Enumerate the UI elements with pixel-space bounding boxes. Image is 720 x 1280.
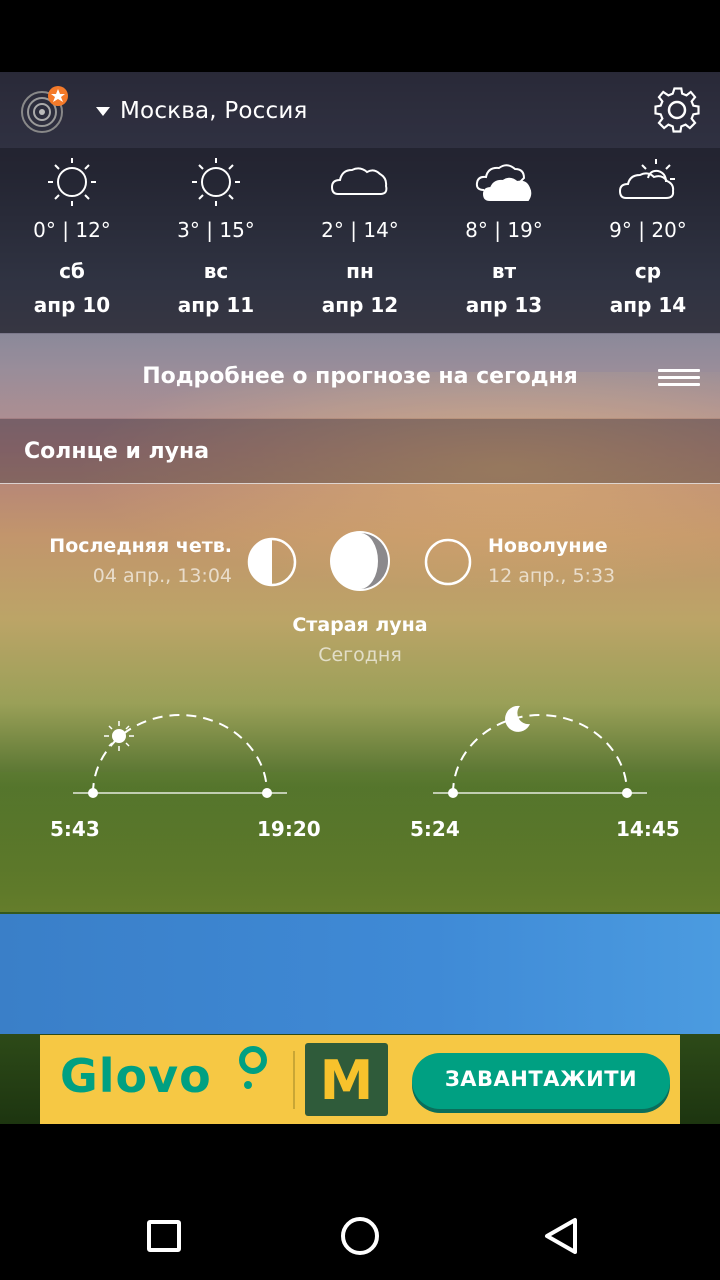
menu-icon[interactable] xyxy=(658,369,700,387)
details-label: Подробнее о прогнозе на сегодня xyxy=(142,364,578,389)
sun-icon xyxy=(192,158,240,206)
waning-crescent-moon-icon xyxy=(330,531,390,591)
forecast-date: апр 14 xyxy=(609,293,687,317)
forecast-strip: 0° | 12° сб апр 10 3° | 15° вс апр 11 2°… xyxy=(0,148,720,333)
current-moon-phase: Старая луна Сегодня xyxy=(0,614,720,666)
forecast-weekday: вс xyxy=(203,259,229,283)
next-moon-phase: Новолуние 12 апр., 5:33 xyxy=(488,535,708,587)
recents-icon[interactable] xyxy=(136,1205,192,1261)
ad-cta-label: ЗАВАНТАЖИТИ xyxy=(444,1067,638,1091)
forecast-day[interactable]: 2° | 14° пн апр 12 xyxy=(288,148,432,333)
home-icon[interactable] xyxy=(332,1205,388,1261)
sun-position-icon xyxy=(104,721,134,751)
phase-name: Новолуние xyxy=(488,535,608,557)
moonset-time: 14:45 xyxy=(616,817,680,841)
cloud-icon xyxy=(330,167,388,195)
ad-banner[interactable]: Glovo M ЗАВАНТАЖИТИ xyxy=(40,1035,680,1124)
partner-logo-text: M xyxy=(319,1049,374,1112)
forecast-day[interactable]: 9° | 20° ср апр 14 xyxy=(576,148,720,333)
details-bar[interactable]: Подробнее о прогнозе на сегодня xyxy=(0,334,720,418)
ad-brand: Glovo xyxy=(60,1049,212,1103)
last-quarter-moon-icon xyxy=(247,537,297,587)
moon-arc xyxy=(433,705,647,798)
sun-moon-arcs xyxy=(73,705,647,798)
phase-date: Сегодня xyxy=(318,644,402,666)
moon-position-icon xyxy=(505,705,530,732)
forecast-date: апр 11 xyxy=(177,293,255,317)
section-title: Солнце и луна xyxy=(24,439,210,464)
forecast-temp: 9° | 20° xyxy=(609,218,687,242)
next-card xyxy=(0,914,720,1034)
partly-cloudy-icon xyxy=(618,159,675,199)
new-moon-icon xyxy=(424,538,472,586)
forecast-day[interactable]: 0° | 12° сб апр 10 xyxy=(0,148,144,333)
dropdown-triangle-icon xyxy=(96,106,110,116)
forecast-weekday: сб xyxy=(59,259,85,283)
status-bar xyxy=(0,0,720,72)
forecast-day[interactable]: 3° | 15° вс апр 11 xyxy=(144,148,288,333)
sunset-time: 19:20 xyxy=(257,817,321,841)
forecast-temp: 2° | 14° xyxy=(321,218,399,242)
forecast-temp: 0° | 12° xyxy=(33,218,111,242)
gear-icon[interactable] xyxy=(650,84,704,136)
forecast-date: апр 12 xyxy=(321,293,399,317)
sun-moon-header: Солнце и луна xyxy=(0,419,720,484)
forecast-weekday: пн xyxy=(346,259,374,283)
radar-star-logo-icon[interactable] xyxy=(18,86,70,134)
phase-name: Старая луна xyxy=(292,614,428,636)
forecast-weekday: ср xyxy=(634,259,662,283)
phase-name: Последняя четв. xyxy=(49,535,232,557)
back-icon[interactable] xyxy=(532,1205,588,1261)
forecast-temp: 8° | 19° xyxy=(465,218,543,242)
ad-divider xyxy=(293,1051,295,1109)
sunrise-time: 5:43 xyxy=(50,817,100,841)
forecast-day[interactable]: 8° | 19° вт апр 13 xyxy=(432,148,576,333)
phase-date: 04 апр., 13:04 xyxy=(92,565,232,587)
forecast-date: апр 10 xyxy=(33,293,111,317)
forecast-temp: 3° | 15° xyxy=(177,218,255,242)
phase-date: 12 апр., 5:33 xyxy=(488,565,616,587)
sun-arc xyxy=(73,714,287,798)
location-pin-icon xyxy=(239,1046,267,1089)
ad-download-button[interactable]: ЗАВАНТАЖИТИ xyxy=(412,1053,670,1109)
location-name: Москва, Россия xyxy=(120,98,308,124)
forecast-weekday: вт xyxy=(491,259,517,283)
moon-phase-icons xyxy=(247,531,472,591)
location-selector[interactable]: Москва, Россия xyxy=(96,94,308,128)
forecast-date: апр 13 xyxy=(465,293,543,317)
sun-icon xyxy=(48,158,96,206)
moonrise-time: 5:24 xyxy=(410,817,460,841)
cloudy-icon xyxy=(475,164,532,201)
partner-logo: M xyxy=(305,1043,388,1116)
prev-moon-phase: Последняя четв. 04 апр., 13:04 xyxy=(0,535,232,587)
